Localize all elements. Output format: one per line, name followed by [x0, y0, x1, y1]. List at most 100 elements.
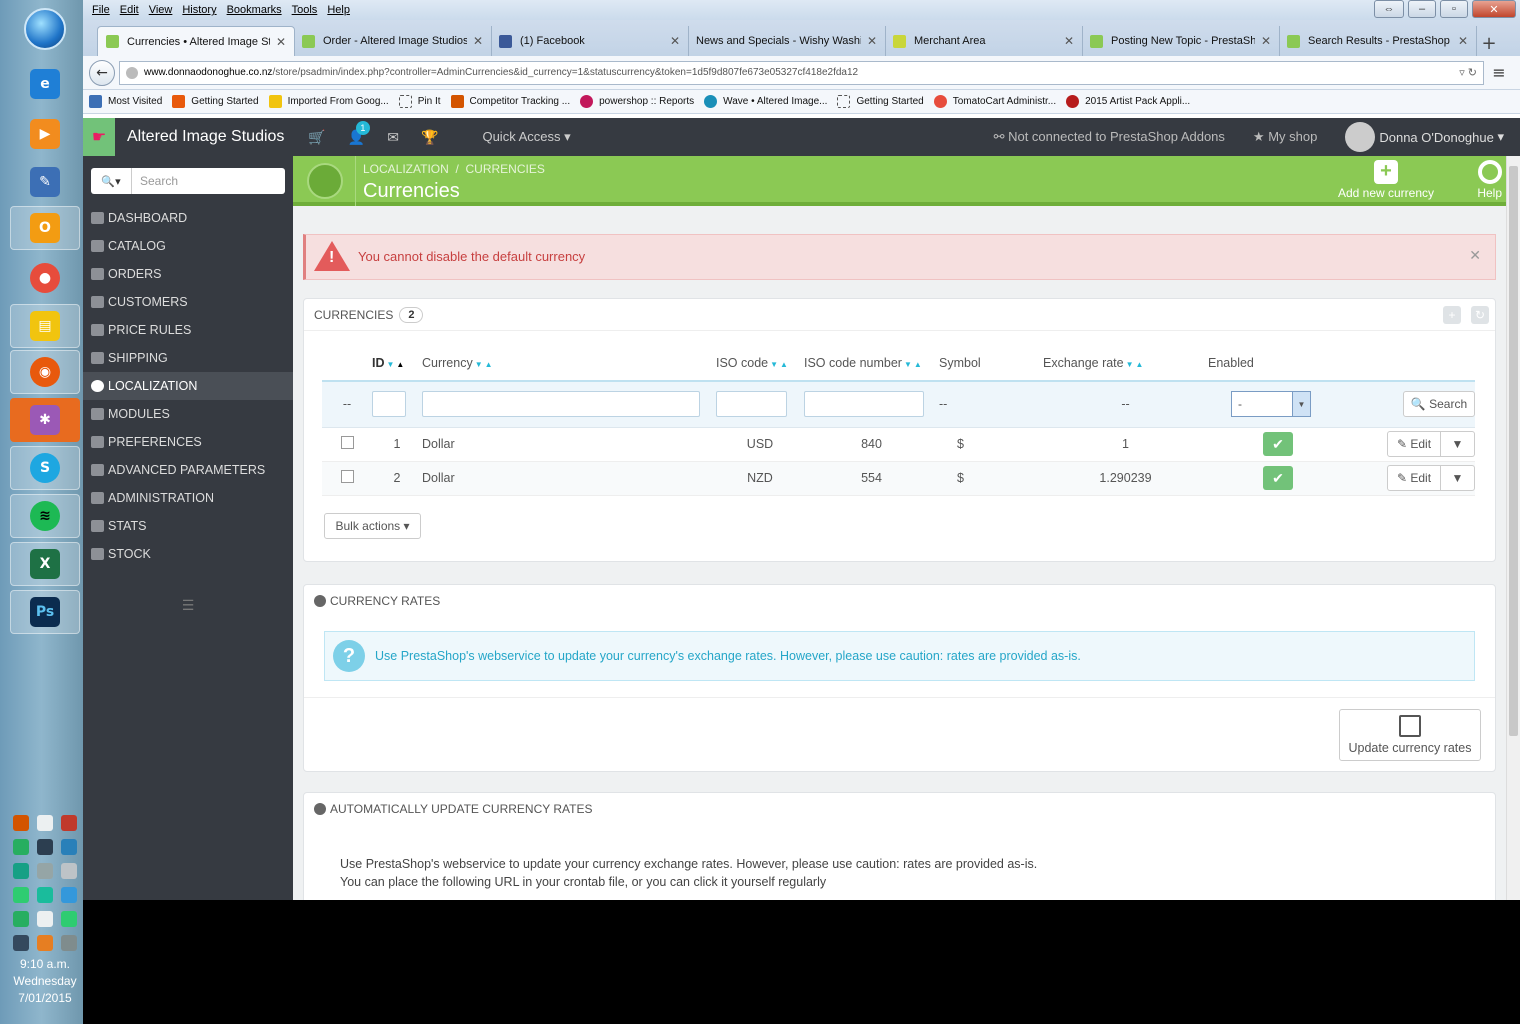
close-tab-icon[interactable]: ✕ [1064, 34, 1074, 48]
sidebar-item-preferences[interactable]: PREFERENCES [83, 428, 293, 456]
breadcrumb-currencies[interactable]: CURRENCIES [465, 162, 544, 176]
tab-currencies[interactable]: Currencies • Altered Image St... ✕ [97, 26, 295, 56]
bulk-actions-button[interactable]: Bulk actions ▾ [324, 513, 421, 539]
enabled-filter-select[interactable]: - ▼ [1231, 391, 1311, 418]
sidebar-item-customers[interactable]: CUSTOMERS [83, 288, 293, 316]
sort-desc-icon[interactable]: ▼ [387, 360, 395, 369]
url-bar[interactable]: www.donnaodonoghue.co.nz /store/psadmin/… [119, 60, 1484, 85]
close-tab-icon[interactable]: ✕ [1458, 34, 1468, 48]
sort-asc-icon[interactable]: ▲ [396, 360, 404, 369]
close-tab-icon[interactable]: ✕ [1261, 34, 1271, 48]
search-button[interactable]: 🔍 Search [1403, 391, 1475, 418]
sidebar-item-localization[interactable]: LOCALIZATION [83, 372, 293, 400]
sort-asc-icon[interactable]: ▲ [1136, 360, 1144, 369]
tray-icon[interactable] [13, 815, 29, 831]
table-row[interactable]: 1 Dollar USD 840 $ 1 ✔ ✎ Edit ▼ [322, 427, 1475, 462]
tray-icon[interactable] [61, 935, 77, 951]
bookmark-item[interactable]: powershop :: Reports [580, 95, 694, 108]
minimize-button[interactable]: – [1408, 0, 1436, 18]
menu-help[interactable]: Help [327, 4, 350, 16]
maximize-button[interactable]: ▫ [1440, 0, 1468, 18]
tab-posting-topic[interactable]: Posting New Topic - PrestaSh... ✕ [1082, 26, 1280, 56]
page-scrollbar[interactable] [1506, 156, 1520, 900]
cart-icon[interactable]: 🛒 [308, 129, 325, 146]
excel-taskbar-icon[interactable]: X [10, 542, 80, 586]
tray-icon[interactable] [61, 887, 77, 903]
tray-icon[interactable] [13, 863, 29, 879]
iso-code-filter-input[interactable] [716, 391, 787, 418]
reload-icon[interactable]: ▿ ↻ [1459, 66, 1477, 79]
tray-icon[interactable] [37, 935, 53, 951]
close-window-button[interactable]: ✕ [1472, 0, 1516, 18]
bookmark-item[interactable]: Competitor Tracking ... [450, 95, 570, 108]
close-tab-icon[interactable]: ✕ [473, 34, 483, 48]
add-new-currency-button[interactable]: + Add new currency [1338, 160, 1434, 200]
menu-tools[interactable]: Tools [292, 4, 318, 16]
sort-asc-icon[interactable]: ▲ [485, 360, 493, 369]
scrollbar-thumb[interactable] [1509, 166, 1518, 736]
new-tab-icon[interactable]: + [1476, 30, 1502, 56]
chrome-taskbar-icon[interactable]: ● [10, 256, 80, 300]
bookmark-item[interactable]: Getting Started [837, 95, 924, 108]
network-icon[interactable] [37, 839, 53, 855]
close-alert-icon[interactable]: ✕ [1469, 247, 1481, 264]
prestashop-logo-icon[interactable]: ☛ [83, 118, 115, 156]
sidebar-item-stats[interactable]: STATS [83, 512, 293, 540]
sidebar-item-catalog[interactable]: CATALOG [83, 232, 293, 260]
browser-menu-icon[interactable]: ≡ [1484, 63, 1514, 82]
my-shop-link[interactable]: ★ My shop [1253, 129, 1317, 145]
customers-notification-icon[interactable]: 👤 1 [348, 120, 370, 146]
sidebar-item-stock[interactable]: STOCK [83, 540, 293, 568]
tray-icon[interactable] [61, 839, 77, 855]
media-player-taskbar-icon[interactable]: ▶ [10, 112, 80, 156]
bookmark-item[interactable]: 2015 Artist Pack Appli... [1066, 95, 1190, 108]
start-button[interactable] [24, 8, 66, 50]
refresh-icon[interactable]: ↻ [1471, 305, 1489, 324]
sidebar-item-price-rules[interactable]: PRICE RULES [83, 316, 293, 344]
shop-brand[interactable]: Altered Image Studios [127, 128, 284, 146]
bookmark-item[interactable]: Most Visited [89, 95, 162, 108]
row-checkbox[interactable] [340, 470, 354, 483]
sort-desc-icon[interactable]: ▼ [1126, 360, 1134, 369]
enabled-check-icon[interactable]: ✔ [1263, 432, 1293, 456]
currency-filter-input[interactable] [422, 391, 700, 418]
id-filter-input[interactable] [372, 391, 406, 418]
skype-taskbar-icon[interactable]: S [10, 446, 80, 490]
flag-icon[interactable] [37, 911, 53, 927]
menu-file[interactable]: File [92, 4, 110, 16]
sort-asc-icon[interactable]: ▲ [780, 360, 788, 369]
tray-icon[interactable] [61, 911, 77, 927]
system-clock[interactable]: 9:10 a.m. Wednesday 7/01/2015 [0, 956, 90, 1007]
sort-desc-icon[interactable]: ▼ [770, 360, 778, 369]
bookmark-item[interactable]: Getting Started [172, 95, 259, 108]
row-actions-dropdown[interactable]: ▼ [1441, 431, 1475, 457]
site-identity-icon[interactable] [126, 66, 138, 79]
menu-bookmarks[interactable]: Bookmarks [227, 4, 282, 16]
tray-icon[interactable] [13, 911, 29, 927]
breadcrumb-localization[interactable]: LOCALIZATION [363, 162, 449, 176]
tab-search-results[interactable]: Search Results - PrestaShop F... ✕ [1279, 26, 1477, 56]
outlook-taskbar-icon[interactable]: O [10, 206, 80, 250]
sidebar-item-dashboard[interactable]: DASHBOARD [83, 204, 293, 232]
tab-order[interactable]: Order - Altered Image Studios ✕ [294, 26, 492, 56]
close-tab-icon[interactable]: ✕ [867, 34, 877, 48]
row-checkbox[interactable] [340, 436, 354, 449]
row-actions-dropdown[interactable]: ▼ [1441, 465, 1475, 491]
menu-history[interactable]: History [182, 4, 216, 16]
tab-facebook[interactable]: (1) Facebook ✕ [491, 26, 689, 56]
add-icon[interactable]: + [1443, 305, 1461, 324]
tab-merchant-area[interactable]: Merchant Area ✕ [885, 26, 1083, 56]
sidebar-item-advanced-parameters[interactable]: ADVANCED PARAMETERS [83, 456, 293, 484]
tray-icon[interactable] [13, 935, 29, 951]
restore-size-button[interactable]: ⇔ [1374, 0, 1404, 18]
explorer-taskbar-icon[interactable]: ▤ [10, 304, 80, 348]
collapse-menu-icon[interactable]: ☰ [181, 598, 195, 614]
volume-icon[interactable] [37, 815, 53, 831]
close-tab-icon[interactable]: ✕ [670, 34, 680, 48]
messages-icon[interactable]: ✉ [387, 129, 399, 146]
column-header-id[interactable]: ID ▼ ▲ [372, 345, 422, 381]
update-currency-rates-button[interactable]: Update currency rates [1339, 709, 1481, 761]
bookmark-item[interactable]: TomatoCart Administr... [933, 95, 1056, 108]
tray-icon[interactable] [61, 863, 77, 879]
close-tab-icon[interactable]: ✕ [276, 35, 286, 49]
